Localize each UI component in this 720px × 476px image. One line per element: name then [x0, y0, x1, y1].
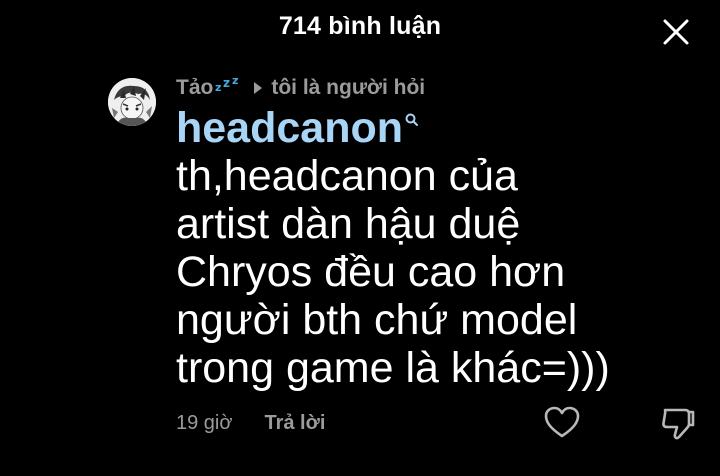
close-icon	[663, 19, 689, 45]
comment-line: người bth chứ model	[176, 296, 578, 344]
reply-to-username[interactable]: tôi là người hỏi	[271, 76, 425, 100]
dislike-button[interactable]	[656, 402, 700, 442]
author-name[interactable]: Tảo	[176, 76, 213, 100]
comment-text: headcanon th,headcanon của artist dàn hậ…	[176, 104, 676, 392]
svg-text:z: z	[223, 76, 230, 90]
thumbs-down-icon	[662, 408, 695, 440]
comment-meta: Tảo z z z tôi là người hỏi	[176, 74, 425, 102]
svg-text:z: z	[232, 75, 238, 87]
comment-line: th,headcanon của	[176, 152, 518, 200]
search-icon	[405, 113, 418, 126]
comment-line: artist dàn hậu duệ	[176, 200, 521, 248]
heart-icon	[544, 406, 580, 438]
avatar-illustration	[108, 78, 156, 126]
comments-header: 714 bình luận	[0, 0, 720, 62]
hashtag-mention[interactable]: headcanon	[176, 104, 403, 152]
close-button[interactable]	[656, 12, 696, 52]
comment-line: Chryos đều cao hơn	[176, 248, 566, 296]
reply-arrow-icon	[254, 82, 263, 94]
comments-count-title: 714 bình luận	[278, 12, 442, 40]
svg-text:z: z	[215, 81, 221, 93]
comment-mention-line: headcanon	[176, 104, 676, 152]
comment-footer: 19 giờ Trả lời	[176, 408, 325, 438]
comment-timestamp: 19 giờ	[176, 411, 233, 434]
comment-line: trong game là khác=)))	[176, 344, 610, 392]
zzz-icon: z z z	[215, 75, 238, 93]
user-avatar[interactable]	[108, 78, 156, 126]
reply-button[interactable]: Trả lời	[264, 412, 325, 435]
like-button[interactable]	[540, 402, 584, 442]
